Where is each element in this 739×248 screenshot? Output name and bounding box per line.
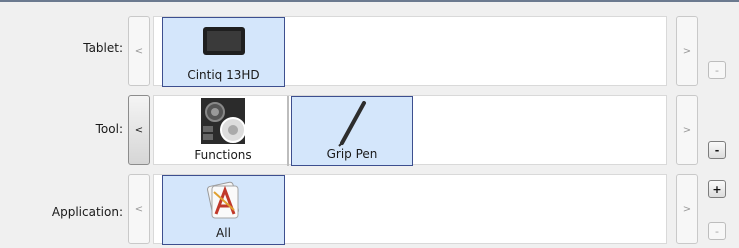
functions-icon (201, 98, 245, 144)
tool-item-functions-label: Functions (194, 148, 252, 162)
tool-list: Functions Grip Pen (153, 95, 667, 166)
tool-remove-button[interactable]: - (708, 141, 726, 159)
tablet-row: Tablet: < Cintiq 13HD > - (0, 16, 739, 87)
tablet-label: Tablet: (83, 41, 123, 55)
tool-divider (287, 96, 289, 166)
tablet-remove-button[interactable]: - (708, 61, 726, 79)
application-item-all-label: All (216, 226, 231, 240)
tool-row: Tool: < Functions Grip Pen > - (0, 95, 739, 166)
tablet-prev-button[interactable]: < (128, 16, 150, 86)
application-list: All (153, 174, 667, 245)
tablet-icon (202, 27, 245, 55)
application-add-button[interactable]: + (708, 180, 726, 198)
top-border (0, 0, 739, 2)
pen-icon (338, 101, 366, 147)
application-next-button[interactable]: > (676, 174, 698, 244)
all-applications-icon (206, 181, 239, 219)
tool-item-grip-pen-label: Grip Pen (326, 147, 378, 161)
application-prev-button[interactable]: < (128, 174, 150, 244)
tablet-item-label: Cintiq 13HD (187, 68, 260, 82)
application-row: Application: < All > + - (0, 174, 739, 245)
tool-next-button[interactable]: > (676, 95, 698, 165)
application-item-all[interactable]: All (162, 175, 285, 245)
application-remove-button[interactable]: - (708, 222, 726, 240)
tool-label: Tool: (95, 122, 123, 136)
tablet-list: Cintiq 13HD (153, 16, 667, 87)
application-label: Application: (51, 205, 123, 219)
tool-prev-button[interactable]: < (128, 95, 150, 165)
tablet-item-cintiq[interactable]: Cintiq 13HD (162, 17, 285, 87)
tablet-next-button[interactable]: > (676, 16, 698, 86)
tool-item-grip-pen[interactable]: Grip Pen (291, 96, 413, 166)
tool-item-functions[interactable]: Functions (162, 96, 284, 166)
